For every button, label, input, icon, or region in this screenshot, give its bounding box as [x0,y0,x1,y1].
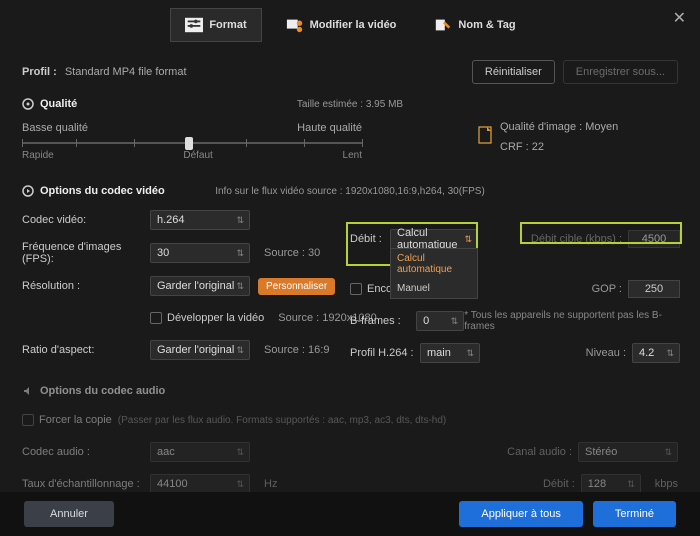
quality-readout: Qualité d'image : Moyen CRF : 22 [500,118,618,158]
tab-name-tag[interactable]: Nom & Tag [420,8,529,42]
bframes-select[interactable]: 0⇅ [416,311,464,331]
quality-slider[interactable]: Basse qualité Haute qualité Rapide Défau… [22,122,362,161]
bitrate-opt-manual[interactable]: Manuel [391,279,477,298]
resolution-label: Résolution : [22,280,150,292]
settings-sliders-icon [185,17,203,33]
close-icon[interactable]: ✕ [673,8,686,28]
level-label: Niveau : [586,347,626,359]
ratio-label: Ratio d'aspect: [22,344,150,356]
play-icon [22,185,34,197]
sample-rate-select[interactable]: 44100⇅ [150,474,250,494]
video-codec-select[interactable]: h.264⇅ [150,210,250,230]
audio-bitrate-unit: kbps [655,478,678,490]
cancel-button[interactable]: Annuler [24,501,114,527]
customize-button[interactable]: Personnaliser [258,278,335,295]
ratio-source: Source : 16:9 [264,344,329,356]
file-icon [478,126,494,146]
gop-label: GOP : [592,283,622,295]
fps-source: Source : 30 [264,247,320,259]
level-select[interactable]: 4.2⇅ [632,343,680,363]
video-codec-title: Options du codec vidéo [40,185,165,197]
tab-format-label: Format [209,19,246,31]
sample-rate-unit: Hz [264,478,277,490]
gop-input[interactable] [628,280,680,298]
tabs: Format Modifier la vidéo Nom & Tag [22,8,678,42]
video-codec-label: Codec vidéo: [22,214,150,226]
tab-modify-label: Modifier la vidéo [310,19,397,31]
channel-select[interactable]: Stéréo⇅ [578,442,678,462]
saveas-button[interactable]: Enregistrer sous... [563,60,678,84]
quality-title: Qualité [40,98,77,110]
force-copy-checkbox[interactable]: Forcer la copie [22,414,112,426]
imgq-value: Moyen [585,121,618,133]
speed-fast-label: Rapide [22,150,54,161]
sample-rate-label: Taux d'échantillonnage : [22,478,150,490]
crf-label: CRF : [500,141,529,153]
audio-bitrate-select[interactable]: 128⇅ [581,474,641,494]
resolution-select[interactable]: Garder l'original⇅ [150,276,250,296]
h264-profile-select[interactable]: main⇅ [420,343,480,363]
quality-low-label: Basse qualité [22,122,88,134]
ratio-select[interactable]: Garder l'original⇅ [150,340,250,360]
tab-format[interactable]: Format [170,8,261,42]
channel-label: Canal audio : [507,446,572,458]
bframes-note: * Tous les appareils ne supportent pas l… [464,310,680,332]
target-bitrate-label: Débit cible (kbps) : [531,233,622,245]
reset-button[interactable]: Réinitialiser [472,60,555,84]
bitrate-select[interactable]: Calcul automatique⇅ [390,229,478,249]
imgq-label: Qualité d'image : [500,121,582,133]
cut-video-icon [286,17,304,33]
done-button[interactable]: Terminé [593,501,676,527]
force-copy-note: (Passer par les flux audio. Formats supp… [118,415,446,426]
crf-value: 22 [532,141,544,153]
audio-bitrate-label: Débit : [543,478,575,490]
quality-high-label: Haute qualité [297,122,362,134]
fps-select[interactable]: 30⇅ [150,243,250,263]
gear-icon [22,98,34,110]
target-bitrate-input[interactable] [628,230,680,248]
bitrate-label: Débit : [350,233,390,245]
speaker-icon [22,385,34,397]
slider-thumb[interactable] [185,137,193,150]
tag-edit-icon [434,17,452,33]
tab-modify-video[interactable]: Modifier la vidéo [272,8,411,42]
speed-slow-label: Lent [343,150,362,161]
profile-value: Standard MP4 file format [65,66,187,78]
enlarge-checkbox[interactable]: Développer la vidéo [150,312,264,324]
speed-default-label: Défaut [183,150,212,161]
audio-codec-title: Options du codec audio [40,385,165,397]
apply-all-button[interactable]: Appliquer à tous [459,501,583,527]
estimated-size: Taille estimée : 3.95 MB [297,99,403,110]
h264-profile-label: Profil H.264 : [350,347,420,359]
fps-label: Fréquence d'images (FPS): [22,241,150,265]
tab-name-label: Nom & Tag [458,19,515,31]
bframes-label: B-frames : [350,315,416,327]
audio-codec-select[interactable]: aac⇅ [150,442,250,462]
bitrate-opt-auto[interactable]: Calcul automatique [391,249,477,279]
stream-info: Info sur le flux vidéo source : 1920x108… [215,186,485,197]
audio-codec-label: Codec audio : [22,446,150,458]
bitrate-dropdown-open: Calcul automatique Manuel [390,248,478,299]
profile-label: Profil : [22,66,57,78]
